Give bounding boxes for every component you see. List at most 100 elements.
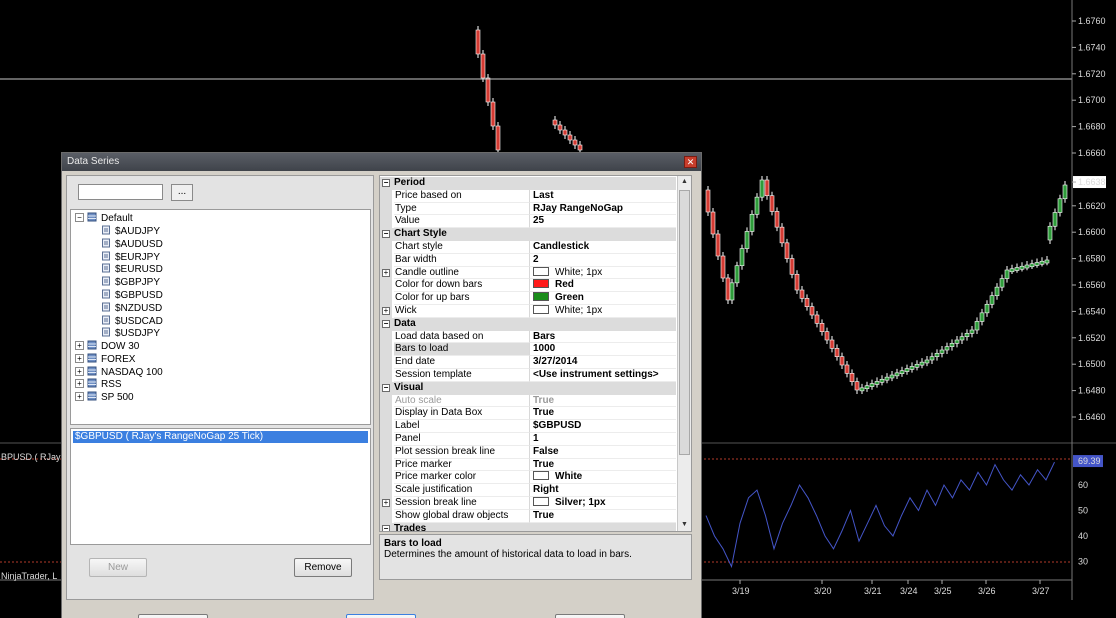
property-row[interactable]: Bar width 2: [380, 253, 676, 267]
property-row[interactable]: Color for up bars Green: [380, 292, 676, 305]
property-row[interactable]: Type RJay RangeNoGap: [380, 202, 676, 216]
property-row[interactable]: Display in Data Box True: [380, 407, 676, 421]
indicator-axis[interactable]: 69.39 60 50 40 30: [1073, 455, 1103, 567]
dialog-titlebar[interactable]: Data Series ✕: [62, 153, 701, 171]
property-row[interactable]: + Candle outline White; 1px: [380, 266, 676, 280]
apply-button[interactable]: [555, 614, 625, 618]
instrument-search-input[interactable]: [78, 184, 163, 200]
property-row[interactable]: Plot session break line False: [380, 445, 676, 459]
collapse-icon[interactable]: −: [382, 524, 390, 531]
data-series-list[interactable]: $GBPUSD ( RJay's RangeNoGap 25 Tick): [70, 428, 371, 545]
tree-item-instrument[interactable]: $USDCAD: [101, 315, 163, 328]
property-value[interactable]: 25: [530, 215, 676, 229]
price-axis[interactable]: 1.6760 1.6740 1.6720 1.6700 1.6680 1.6660 1.66…: [1072, 16, 1106, 422]
property-category[interactable]: − Trades: [380, 522, 676, 531]
property-value[interactable]: $GBPUSD: [530, 420, 676, 433]
property-category[interactable]: − Visual: [380, 381, 676, 395]
property-value[interactable]: 2: [530, 254, 676, 267]
property-value[interactable]: 1: [530, 433, 676, 446]
property-grid-scrollbar[interactable]: ▲ ▼: [677, 176, 691, 531]
property-value[interactable]: Red: [530, 279, 676, 293]
scroll-up-icon[interactable]: ▲: [678, 176, 691, 188]
tree-item-list[interactable]: + SP 500: [75, 391, 134, 404]
tree-item-instrument[interactable]: $EURJPY: [101, 251, 160, 264]
property-value[interactable]: White: [530, 471, 676, 485]
property-row[interactable]: Price marker True: [380, 458, 676, 472]
date-axis[interactable]: 3/19 3/20 3/21 3/24 3/25 3/26 3/27: [732, 580, 1050, 596]
expand-icon[interactable]: +: [382, 499, 390, 507]
tree-item-instrument[interactable]: $NZDUSD: [101, 302, 162, 315]
property-row[interactable]: Bars to load 1000: [380, 343, 676, 357]
collapse-icon[interactable]: −: [382, 319, 390, 328]
property-grid[interactable]: − Trades Show global draw objects True + Sess…: [379, 175, 692, 532]
expand-icon[interactable]: +: [75, 341, 84, 350]
ok-button[interactable]: [138, 614, 208, 618]
tree-item-list[interactable]: + FOREX: [75, 353, 135, 366]
property-value[interactable]: Candlestick: [530, 241, 676, 254]
scroll-down-icon[interactable]: ▼: [678, 519, 691, 531]
property-value[interactable]: Bars: [530, 331, 676, 344]
property-row[interactable]: Value 25: [380, 215, 676, 229]
property-row[interactable]: Price based on Last: [380, 189, 676, 203]
property-row[interactable]: Auto scale True: [380, 394, 676, 408]
tree-item-instrument[interactable]: $USDJPY: [101, 327, 160, 340]
tree-item-list[interactable]: + RSS: [75, 378, 122, 391]
collapse-icon[interactable]: −: [75, 213, 84, 222]
property-value[interactable]: Silver; 1px: [530, 497, 676, 510]
property-row[interactable]: Panel 1: [380, 433, 676, 446]
property-value[interactable]: True: [530, 510, 676, 523]
expand-icon[interactable]: +: [382, 268, 390, 277]
property-value[interactable]: Last: [530, 190, 676, 203]
property-row[interactable]: + Session break line Silver; 1px: [380, 497, 676, 510]
expand-icon[interactable]: +: [75, 353, 84, 363]
property-value[interactable]: White; 1px: [530, 266, 676, 280]
property-row[interactable]: + Wick White; 1px: [380, 305, 676, 318]
property-row[interactable]: Session template <Use instrument settings…: [380, 369, 676, 382]
property-row[interactable]: Price marker color White: [380, 471, 676, 485]
property-value[interactable]: 1000: [530, 343, 676, 357]
browse-button[interactable]: ...: [171, 184, 193, 201]
property-value[interactable]: True: [530, 459, 676, 472]
property-row[interactable]: Chart style Candlestick: [380, 241, 676, 254]
property-value[interactable]: White; 1px: [530, 305, 676, 318]
property-row[interactable]: Load data based on Bars: [380, 330, 676, 344]
property-category[interactable]: − Period: [380, 177, 676, 190]
collapse-icon[interactable]: −: [382, 383, 390, 392]
property-row[interactable]: Scale justification Right: [380, 484, 676, 497]
tree-item-instrument[interactable]: $AUDUSD: [101, 238, 163, 251]
close-icon[interactable]: ✕: [684, 156, 697, 168]
tree-item-list[interactable]: + NASDAQ 100: [75, 366, 163, 379]
tree-item-instrument[interactable]: $EURUSD: [101, 263, 163, 276]
tree-item-instrument[interactable]: $GBPUSD: [101, 289, 163, 302]
cancel-button[interactable]: [346, 614, 416, 618]
property-row[interactable]: Show global draw objects True: [380, 509, 676, 523]
property-category[interactable]: − Chart Style: [380, 228, 676, 241]
property-value[interactable]: <Use instrument settings>: [530, 369, 676, 382]
instrument-tree[interactable]: − Default $AUDJPY $AUDUSD $EURJPY $EURUSD $GBP…: [70, 209, 371, 425]
tree-item-default[interactable]: − Default: [75, 212, 133, 225]
expand-icon[interactable]: +: [75, 379, 84, 389]
property-value[interactable]: RJay RangeNoGap: [530, 203, 676, 216]
property-row[interactable]: Label $GBPUSD: [380, 420, 676, 433]
data-series-item[interactable]: $GBPUSD ( RJay's RangeNoGap 25 Tick): [73, 431, 368, 443]
property-value[interactable]: True: [530, 407, 676, 421]
collapse-icon[interactable]: −: [382, 230, 390, 239]
property-value[interactable]: Right: [530, 484, 676, 497]
new-button[interactable]: New: [89, 558, 147, 577]
tree-item-list[interactable]: + DOW 30: [75, 340, 139, 353]
property-value[interactable]: True: [530, 395, 676, 408]
property-row[interactable]: End date 3/27/2014: [380, 356, 676, 369]
property-row[interactable]: Color for down bars Red: [380, 279, 676, 293]
scroll-thumb[interactable]: [679, 190, 690, 455]
expand-icon[interactable]: +: [75, 366, 84, 376]
tree-item-instrument[interactable]: $AUDJPY: [101, 225, 160, 238]
expand-icon[interactable]: +: [75, 392, 84, 402]
property-category[interactable]: − Data: [380, 317, 676, 331]
tree-item-instrument[interactable]: $GBPJPY: [101, 276, 160, 289]
property-value[interactable]: False: [530, 446, 676, 459]
remove-button[interactable]: Remove: [294, 558, 352, 577]
expand-icon[interactable]: +: [382, 307, 390, 315]
collapse-icon[interactable]: −: [382, 179, 390, 187]
property-value[interactable]: 3/27/2014: [530, 356, 676, 369]
property-value[interactable]: Green: [530, 292, 676, 305]
